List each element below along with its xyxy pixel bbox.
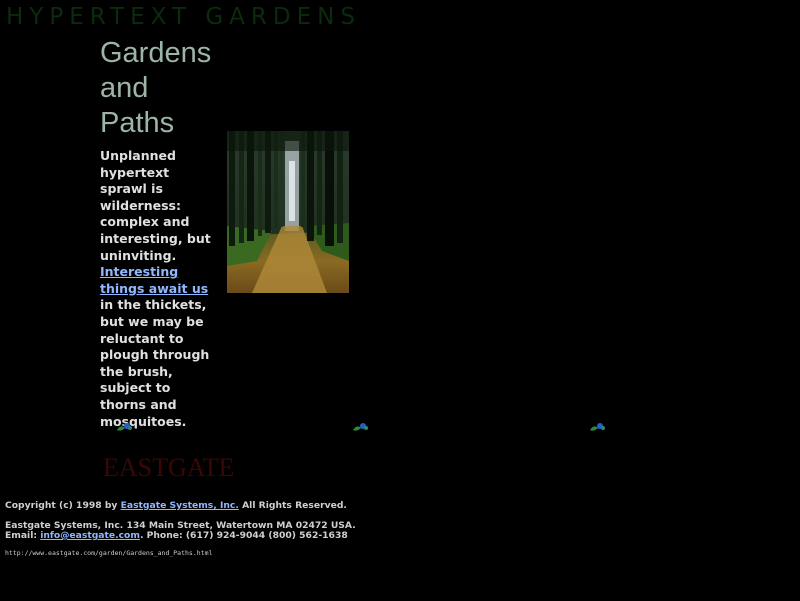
leaf-ornament-icon (353, 423, 368, 431)
page-url: http://www.eastgate.com/garden/Gardens_a… (5, 549, 213, 557)
site-banner: HYPERTEXT GARDENS (6, 4, 361, 30)
forest-path-photo (227, 131, 349, 293)
copyright-prefix: Copyright (c) 1998 by (5, 500, 118, 511)
phone-text: . Phone: (617) 924-9044 (800) 562-1638 (139, 530, 348, 541)
interesting-things-link[interactable]: Interesting things await us (100, 264, 208, 296)
leaf-ornament-icon (117, 423, 132, 431)
copyright-suffix: All Rights Reserved. (242, 500, 347, 511)
contact-line: Email: info@eastgate.com. Phone: (617) 9… (5, 530, 348, 541)
title-line: Paths (100, 107, 175, 139)
eastgate-logo[interactable]: EASTGATE (103, 453, 234, 483)
paragraph-text-after: in the thickets, but we may be reluctant… (100, 297, 210, 429)
title-line: and (100, 72, 149, 104)
email-link[interactable]: info@eastgate.com (40, 530, 140, 541)
email-label: Email: (5, 530, 38, 541)
intro-paragraph: Unplanned hypertext sprawl is wilderness… (100, 148, 220, 430)
company-link[interactable]: Eastgate Systems, Inc. (121, 500, 239, 511)
copyright-line: Copyright (c) 1998 by Eastgate Systems, … (5, 500, 347, 511)
leaf-ornament-icon (590, 423, 605, 431)
title-line: Gardens (100, 37, 212, 69)
page-title: Gardens and Paths (100, 36, 230, 141)
paragraph-text-before: Unplanned hypertext sprawl is wilderness… (100, 148, 211, 263)
